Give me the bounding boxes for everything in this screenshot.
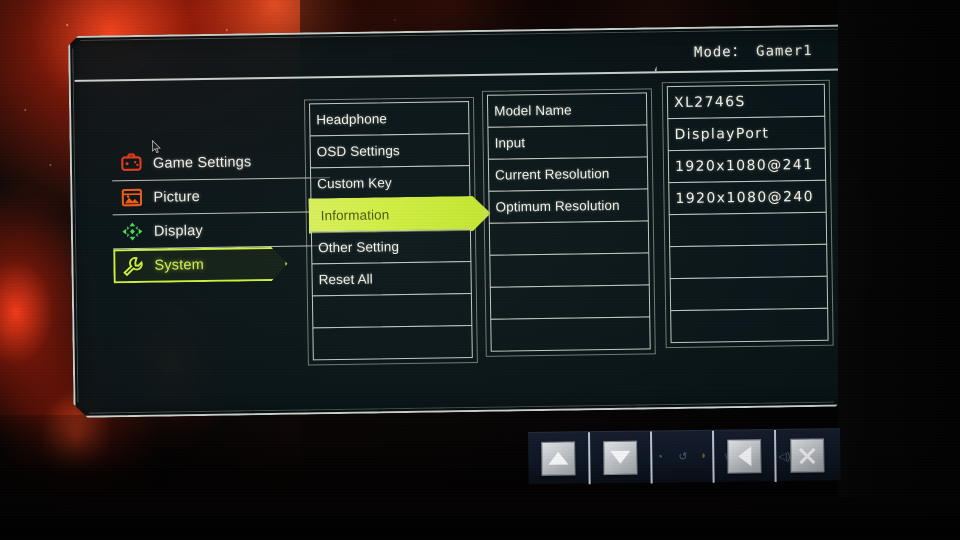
menu-item-information[interactable]: Information: [310, 197, 470, 232]
info-value-empty-4[interactable]: [668, 211, 828, 248]
up-button[interactable]: [541, 440, 576, 476]
info-label-model-name[interactable]: Model Name: [486, 92, 648, 128]
menu-item-label: Custom Key: [317, 175, 392, 192]
info-value-label: XL2746S: [673, 93, 746, 111]
sidebar-label: Game Settings: [152, 153, 252, 172]
info-label-empty-4[interactable]: [488, 220, 650, 256]
mode-text: Mode： Gamer1: [693, 42, 813, 61]
info-value-label: DisplayPort: [674, 125, 770, 143]
sidebar-label: Display: [153, 222, 203, 240]
close-button[interactable]: [790, 437, 825, 473]
info-value-rows: XL2746S DisplayPort 1920x1080@241 1920x1080…: [666, 83, 829, 344]
info-value-1920x1080-240[interactable]: 1920x1080@240: [668, 179, 827, 216]
sidebar-label: System: [154, 257, 205, 274]
up-button-slot: [528, 431, 591, 485]
triangle-left-icon: [737, 445, 751, 466]
info-label-label: Current Resolution: [495, 165, 610, 183]
sidebar-item-system[interactable]: System: [113, 247, 287, 284]
monitor-bezel-bottom: [0, 497, 960, 540]
info-label-label: Input: [494, 135, 526, 151]
sidebar-item-game-settings[interactable]: Game Settings: [111, 144, 331, 182]
info-label-rows: Model Name Input Current Resolution Optimum…: [486, 92, 651, 352]
info-label-empty-5[interactable]: [489, 252, 650, 288]
info-label-empty-7[interactable]: [490, 316, 651, 352]
osd-control-button-bar: ◔ ↺ ◗ ❀ ◁)) 20: [528, 428, 841, 485]
down-button[interactable]: [603, 440, 638, 475]
info-label-label: Model Name: [494, 102, 572, 119]
menu-item-label: Headphone: [316, 111, 388, 128]
menu-item-headphone[interactable]: Headphone: [309, 101, 470, 137]
menu-item-reset-all[interactable]: Reset All: [311, 261, 472, 297]
mode-indicator: Mode： Gamer1: [654, 30, 851, 71]
menu-item-label: Information: [320, 207, 390, 224]
close-button-slot: [776, 429, 839, 482]
info-label-empty-6[interactable]: [489, 284, 651, 320]
info-label-label: Optimum Resolution: [495, 197, 620, 215]
expand-icon: [122, 222, 143, 241]
menu-item-empty-7[interactable]: [312, 325, 473, 361]
sidebar-label: Picture: [153, 188, 201, 206]
mouse-cursor: [152, 139, 161, 154]
picture-icon: [121, 188, 143, 207]
menu-item-empty-6[interactable]: [311, 293, 473, 329]
triangle-down-icon: [610, 450, 631, 464]
osd-menu: Mode： Gamer1 Game Settings Picture Displ…: [68, 24, 862, 418]
back-button-slot: [713, 429, 777, 483]
menu-item-osd-settings[interactable]: OSD Settings: [309, 133, 470, 169]
info-label-input[interactable]: Input: [487, 124, 648, 160]
info-label-optimum-resolution[interactable]: Optimum Resolution: [488, 188, 649, 224]
menu-item-custom-key[interactable]: Custom Key: [309, 165, 471, 201]
sidebar-item-picture[interactable]: Picture: [112, 178, 331, 216]
monitor-bezel-right: [838, 0, 960, 540]
back-button[interactable]: [727, 438, 762, 474]
sidebar: Game Settings Picture Display System: [111, 144, 332, 284]
menu-item-label: Other Setting: [318, 239, 400, 256]
triangle-up-icon: [548, 451, 569, 465]
down-button-slot: [590, 430, 653, 484]
close-x-icon: [797, 445, 817, 465]
submenu-rows: Headphone OSD Settings Custom Key Informati…: [309, 101, 473, 361]
info-value-empty-6[interactable]: [669, 275, 829, 312]
info-value-xl2746s[interactable]: XL2746S: [666, 83, 826, 120]
blank-button-slot: [651, 430, 715, 483]
wrench-icon: [123, 256, 143, 276]
blank-button: [665, 439, 699, 473]
info-value-empty-7[interactable]: [670, 307, 829, 344]
menu-item-label: OSD Settings: [316, 143, 400, 160]
submenu-column: Headphone OSD Settings Custom Key Informati…: [303, 96, 473, 366]
info-label-column: Model Name Input Current Resolution Optimum…: [481, 88, 656, 357]
menu-item-label: Reset All: [318, 271, 373, 288]
info-value-column: XL2746S DisplayPort 1920x1080@241 1920x1080…: [661, 79, 834, 349]
info-value-empty-5[interactable]: [669, 243, 828, 280]
info-value-displayport[interactable]: DisplayPort: [667, 115, 826, 152]
sidebar-item-display[interactable]: Display: [112, 212, 332, 250]
osd-body: Game Settings Picture Display System Hea…: [69, 78, 862, 418]
menu-item-other-setting[interactable]: Other Setting: [310, 229, 472, 265]
monitor-photo: Mode： Gamer1 Game Settings Picture Displ…: [0, 0, 960, 540]
info-value-1920x1080-241[interactable]: 1920x1080@241: [667, 147, 827, 184]
gamepad-icon: [121, 153, 142, 171]
info-value-label: 1920x1080@241: [674, 156, 814, 175]
info-value-label: 1920x1080@240: [675, 188, 815, 207]
info-label-current-resolution[interactable]: Current Resolution: [487, 156, 649, 192]
